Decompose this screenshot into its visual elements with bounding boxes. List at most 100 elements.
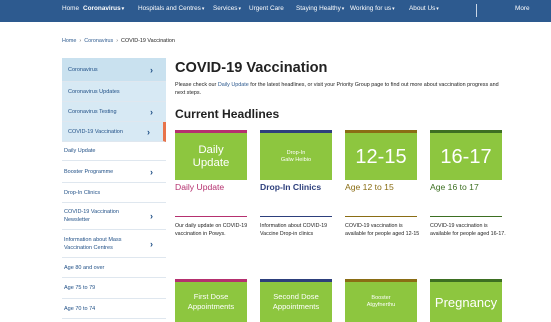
sidebar-item-label: COVID-19 Vaccination Newsletter [64, 209, 119, 223]
nav-item-staying-healthy[interactable]: Staying Healthy▾ [296, 5, 344, 12]
tile-text: Appointments [187, 302, 235, 311]
chevron-right-icon: › [150, 106, 153, 117]
chevron-right-icon: › [150, 64, 153, 75]
sidebar-item-booster-programme[interactable]: Booster Programme › [62, 161, 166, 183]
sidebar-item-label: COVID-19 Vaccination [68, 128, 123, 135]
card-heading[interactable]: Age 16 to 17 [430, 182, 479, 192]
nav-item-about-us[interactable]: About Us▾ [409, 5, 439, 12]
sidebar-item-label: Booster Programme [64, 168, 114, 175]
chevron-down-icon: ▾ [201, 6, 205, 12]
breadcrumb: Home › Coronavirus › COVID-19 Vaccination [62, 38, 175, 44]
nav-item-label: More [515, 5, 530, 12]
card-tile-16-17[interactable]: 16-17 [430, 133, 502, 180]
chevron-right-icon: › [150, 166, 153, 177]
nav-item-more[interactable]: More [515, 5, 530, 12]
tile-text: Galw Heibio [280, 156, 312, 163]
card-divider [260, 216, 332, 217]
tile-text: Appointments [272, 302, 320, 311]
sidebar-item-mass-vaccination-centres[interactable]: Information about Mass Vaccination Centr… [62, 230, 166, 258]
chevron-right-icon: › [147, 126, 150, 137]
tile-text: Booster [371, 295, 391, 301]
nav-item-home[interactable]: Home [62, 5, 79, 12]
sidebar-item-label: Information about Mass Vaccination Centr… [64, 236, 122, 251]
breadcrumb-home-link[interactable]: Home [62, 38, 76, 44]
sidebar-item-label: Age 80 and over [64, 264, 105, 271]
card-tile-booster[interactable]: Booster Atgyfnerthu [345, 282, 417, 322]
nav-item-coronavirus[interactable]: Coronavirus▾ [83, 5, 124, 12]
breadcrumb-coronavirus-link[interactable]: Coronavirus [84, 38, 113, 44]
breadcrumb-separator: › [79, 38, 82, 44]
card-description: Information about COVID-19 Vaccine Drop-… [260, 223, 328, 237]
card-divider [345, 216, 417, 217]
chevron-down-icon: ▾ [392, 6, 395, 12]
tile-text: Atgyfnerthu [366, 302, 396, 308]
tile-text: Pregnancy [434, 294, 498, 310]
card-divider [175, 216, 247, 217]
card-tile-first-dose[interactable]: First Dose Appointments [175, 282, 247, 322]
sidebar-item-label: Daily Update [64, 148, 96, 154]
sidebar-item-covid-19-vaccination[interactable]: COVID-19 Vaccination › [62, 122, 166, 142]
sidebar-item-daily-update[interactable]: Daily Update [62, 142, 166, 161]
intro-text: Please check our Daily Update for the la… [175, 81, 505, 97]
sidebar-item-age-80-and-over[interactable]: Age 80 and over [62, 258, 166, 278]
breadcrumb-current: COVID-19 Vaccination [121, 38, 175, 44]
card-description: Our daily update on COVID-19 vaccination… [175, 223, 248, 237]
nav-item-label: Urgent Care [249, 5, 284, 12]
nav-item-hospitals-and-centres[interactable]: Hospitals and Centres▾ [138, 5, 204, 12]
tile-text: Drop-In [286, 149, 306, 156]
sidebar-item-vaccination-newsletter[interactable]: COVID-19 Vaccination Newsletter › [62, 203, 166, 230]
nav-item-label: Home [62, 5, 80, 12]
nav-item-working-for-us[interactable]: Working for us▾ [350, 5, 395, 12]
sidebar-item-drop-in-clinics[interactable]: Drop-In Clinics [62, 183, 166, 203]
sidebar-item-label: Coronavirus [68, 66, 98, 73]
card-tile-daily-update[interactable]: Daily Update [175, 133, 247, 180]
card-heading[interactable]: Age 12 to 15 [345, 182, 394, 192]
nav-item-label: About Us [409, 5, 436, 12]
tile-text: First Dose [193, 292, 229, 301]
card-divider [430, 216, 502, 217]
nav-item-label: Coronavirus [83, 5, 121, 12]
sidebar-item-label: Drop-In Clinics [64, 189, 101, 196]
chevron-right-icon: › [150, 211, 153, 221]
top-navigation-bar: Home Coronavirus▾ Hospitals and Centres▾… [0, 0, 551, 22]
chevron-down-icon: ▾ [341, 6, 345, 12]
sidebar-item-label: Age 70 to 74 [64, 305, 96, 312]
nav-item-label: Hospitals and Centres [138, 5, 201, 12]
card-tile-12-15[interactable]: 12-15 [345, 133, 417, 180]
sidebar-item-age-75-to-79[interactable]: Age 75 to 79 [62, 278, 166, 299]
sidebar-item-label: Coronavirus Testing [68, 108, 117, 115]
chevron-down-icon: ▾ [436, 6, 439, 12]
sidebar-item-coronavirus-updates[interactable]: Coronavirus Updates [62, 82, 166, 102]
nav-divider [476, 4, 477, 17]
chevron-down-icon: ▾ [238, 6, 242, 12]
chevron-down-icon: ▾ [121, 6, 125, 12]
nav-item-label: Services [213, 5, 238, 12]
card-description: COVID-19 vaccination is available for pe… [345, 223, 420, 237]
sidebar-item-label: Coronavirus Updates [68, 88, 120, 95]
tile-text: 16-17 [440, 145, 492, 168]
section-heading-current-headlines: Current Headlines [175, 107, 280, 121]
nav-item-label: Staying Healthy [296, 5, 341, 12]
card-tile-second-dose[interactable]: Second Dose Appointments [260, 282, 332, 322]
chevron-right-icon: › [150, 238, 153, 249]
sidebar-item-coronavirus[interactable]: Coronavirus › [62, 58, 166, 82]
nav-item-urgent-care[interactable]: Urgent Care [249, 5, 284, 12]
sidebar-item-age-70-to-74[interactable]: Age 70 to 74 [62, 299, 166, 319]
card-heading[interactable]: Drop-In Clinics [260, 182, 321, 192]
nav-item-label: Working for us [350, 5, 392, 12]
tile-text: Update [192, 156, 230, 169]
tile-text: Second Dose [273, 292, 319, 301]
nav-item-services[interactable]: Services▾ [213, 5, 241, 12]
daily-update-link[interactable]: Daily Update [218, 82, 249, 88]
tile-text: Daily [198, 143, 224, 156]
tile-text: 12-15 [355, 145, 407, 168]
breadcrumb-separator: › [116, 38, 119, 44]
card-tile-pregnancy[interactable]: Pregnancy [430, 282, 502, 322]
page-title: COVID-19 Vaccination [175, 60, 328, 76]
card-heading[interactable]: Daily Update [175, 182, 224, 192]
sidebar-item-coronavirus-testing[interactable]: Coronavirus Testing › [62, 102, 166, 122]
card-tile-drop-in[interactable]: Drop-In Galw Heibio [260, 133, 332, 180]
card-description: COVID-19 vaccination is available for pe… [430, 223, 506, 237]
intro-text-start: Please check our [175, 82, 218, 88]
sidebar-item-label: Age 75 to 79 [64, 285, 96, 291]
